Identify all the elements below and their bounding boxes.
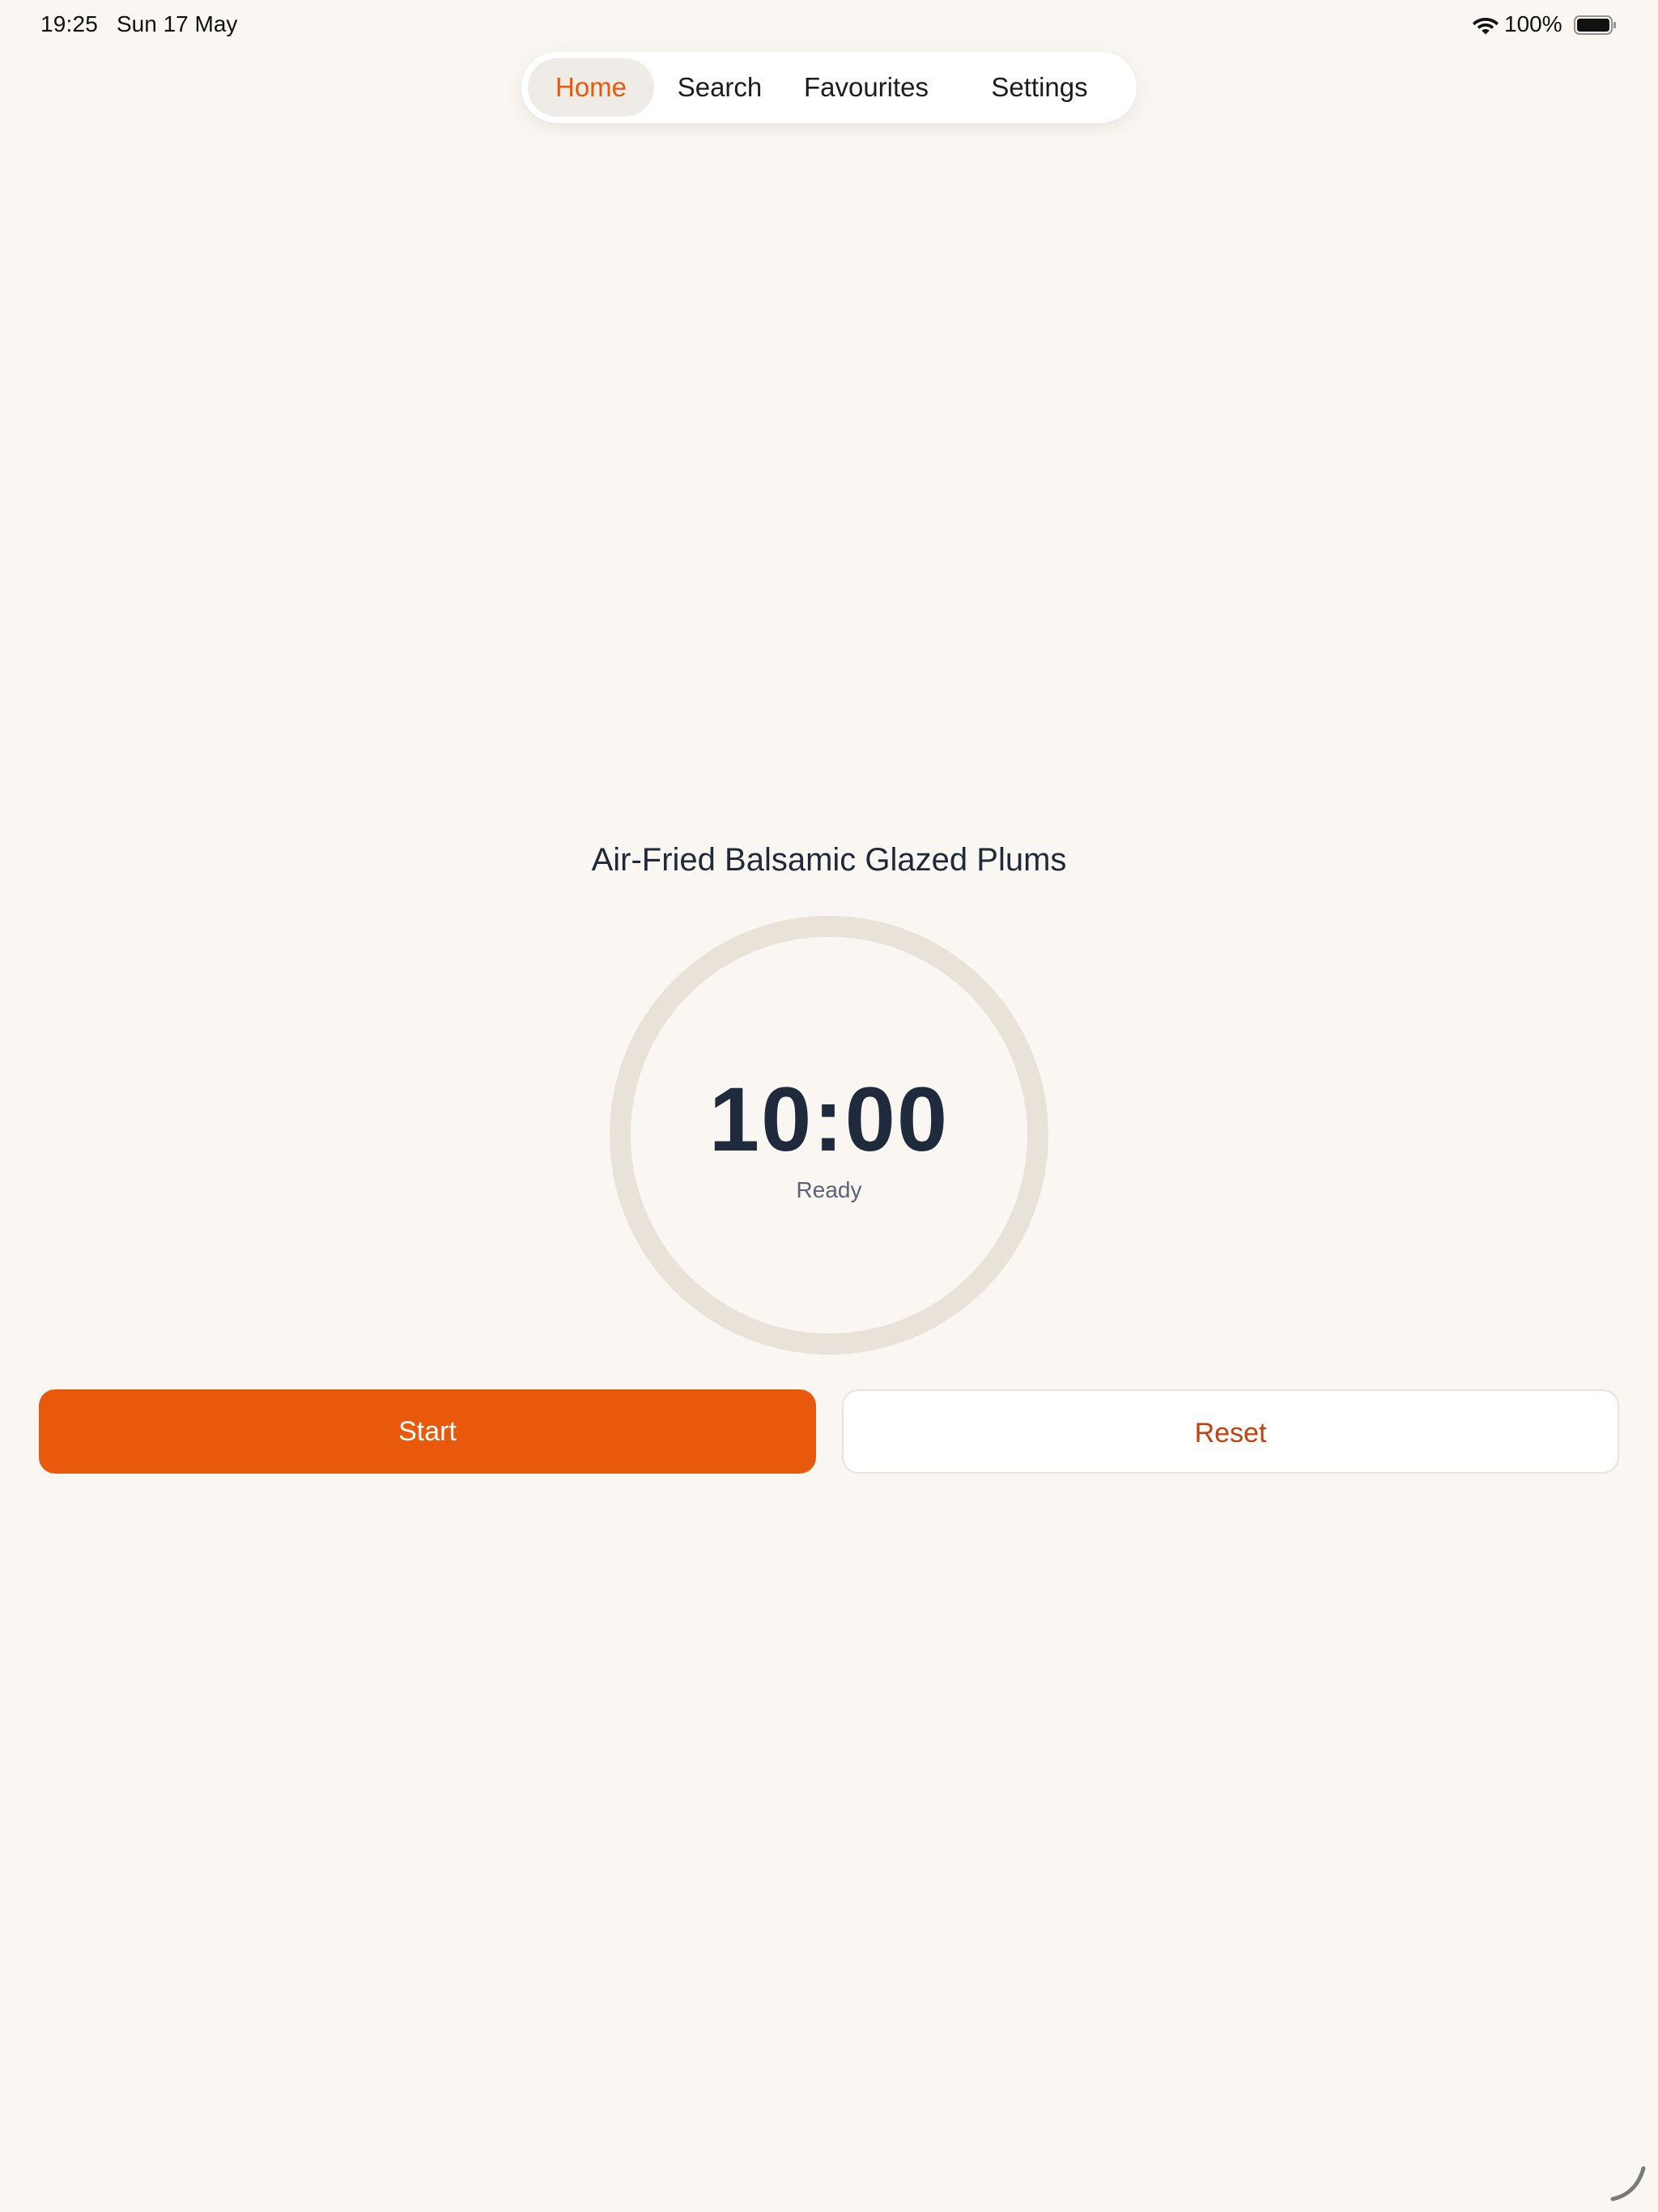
- start-button[interactable]: Start: [39, 1389, 816, 1474]
- battery-full-icon: [1574, 15, 1616, 35]
- timer-status: Ready: [796, 1177, 862, 1202]
- tab-home[interactable]: Home: [528, 58, 654, 117]
- battery-percent: 100%: [1504, 11, 1562, 36]
- timer-display: 10:00: [708, 1069, 950, 1170]
- status-time: 19:25: [40, 11, 99, 36]
- wifi-icon: [1473, 18, 1499, 35]
- status-bar: 19:25 Sun 17 May 100%: [0, 0, 1658, 52]
- top-navigation: Home Search Favourites Settings: [521, 52, 1137, 123]
- tab-search[interactable]: Search: [656, 58, 784, 117]
- tab-settings[interactable]: Settings: [949, 58, 1130, 117]
- tab-favourites[interactable]: Favourites: [785, 58, 947, 117]
- recipe-title: Air-Fried Balsamic Glazed Plums: [591, 842, 1067, 878]
- reset-button[interactable]: Reset: [842, 1389, 1619, 1474]
- status-date: Sun 17 May: [117, 11, 238, 36]
- resize-handle-icon: [1610, 2166, 1646, 2201]
